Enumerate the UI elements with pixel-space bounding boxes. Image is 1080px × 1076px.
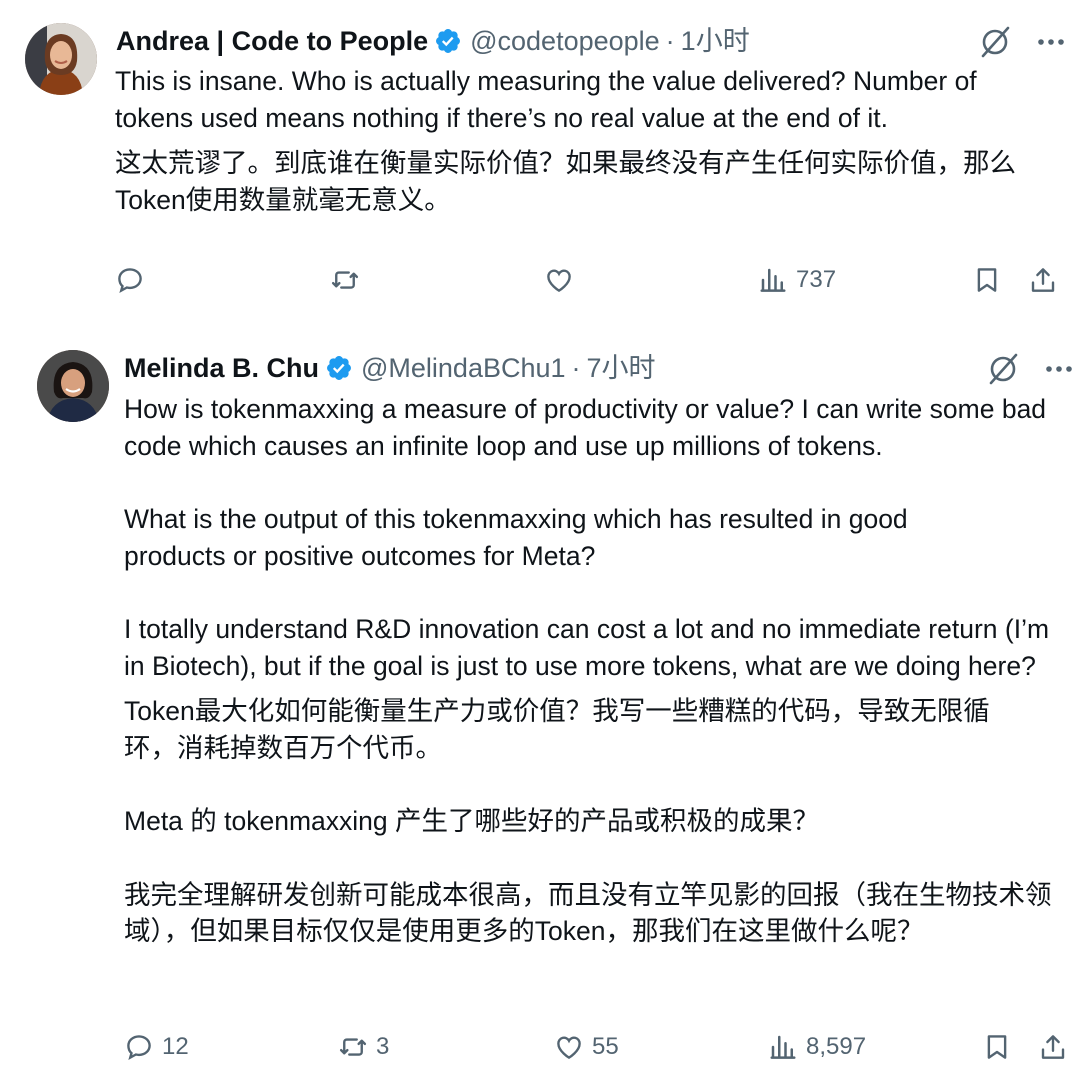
tweet-header: Andrea | Code to People @codetopeople · …	[116, 24, 750, 58]
avatar[interactable]	[25, 23, 97, 95]
retweet-button[interactable]: 3	[338, 1027, 389, 1067]
tweet-paragraph: Meta 的 tokenmaxxing 产生了哪些好的产品或积极的成果？	[124, 806, 820, 836]
tweet-paragraph: I totally understand R&D innovation can …	[124, 614, 1050, 681]
tweet-top-icons	[986, 352, 1076, 386]
like-icon	[557, 1036, 581, 1060]
tweet: Andrea | Code to People @codetopeople · …	[0, 0, 1080, 320]
reply-button[interactable]: 12	[124, 1027, 189, 1067]
share-button[interactable]	[1038, 1027, 1068, 1067]
tweet-paragraph: How is tokenmaxxing a measure of product…	[124, 394, 1047, 461]
verified-badge-icon	[327, 356, 351, 380]
reply-count: 12	[162, 1033, 189, 1060]
avatar[interactable]	[37, 350, 109, 422]
tweet-text: How is tokenmaxxing a measure of product…	[124, 391, 1069, 950]
retweet-button[interactable]	[330, 260, 368, 300]
views-button[interactable]: 737	[758, 260, 836, 300]
views-button[interactable]: 8,597	[768, 1027, 866, 1067]
like-count: 55	[592, 1033, 619, 1060]
reply-icon	[118, 268, 142, 294]
tweet-paragraph: 我完全理解研发创新可能成本很高，而且没有立竿见影的回报（我在生物技术领域），但如…	[124, 879, 1052, 947]
views-icon	[760, 268, 786, 292]
timestamp[interactable]: 1小时	[681, 24, 750, 58]
author-handle[interactable]: @codetopeople	[470, 24, 660, 58]
more-icon[interactable]	[1042, 352, 1076, 386]
like-icon	[547, 269, 571, 293]
views-count: 737	[796, 266, 837, 293]
tweet-text: This is insane. Who is actually measurin…	[115, 63, 1045, 218]
like-button[interactable]: 55	[554, 1027, 619, 1067]
reply-button[interactable]	[115, 260, 153, 300]
tweet-paragraph: This is insane. Who is actually measurin…	[115, 66, 977, 133]
reply-icon	[127, 1035, 151, 1061]
tweet-paragraph: 这太荒谬了。到底谁在衡量实际价值？如果最终没有产生任何实际价值，那么Token使…	[115, 148, 1016, 215]
grok-icon[interactable]	[978, 25, 1012, 59]
author-handle[interactable]: @MelindaBChu1	[361, 351, 566, 385]
action-bar: 737	[0, 260, 1080, 300]
more-icon[interactable]	[1034, 25, 1068, 59]
tweet-top-icons	[978, 25, 1068, 59]
bookmark-button[interactable]	[972, 260, 1002, 300]
bookmark-button[interactable]	[982, 1027, 1012, 1067]
share-icon	[1041, 1035, 1065, 1059]
share-button[interactable]	[1028, 260, 1058, 300]
retweet-count: 3	[376, 1033, 390, 1060]
views-icon	[770, 1035, 796, 1059]
timestamp[interactable]: 7小时	[587, 351, 656, 385]
bookmark-icon	[977, 268, 997, 292]
share-icon	[1031, 268, 1055, 292]
separator-dot: ·	[665, 26, 675, 56]
retweet-icon	[339, 1038, 367, 1056]
tweet: Melinda B. Chu @MelindaBChu1 · 7小时 How i…	[0, 330, 1080, 1076]
author-name[interactable]: Melinda B. Chu	[124, 351, 319, 385]
tweet-header: Melinda B. Chu @MelindaBChu1 · 7小时	[124, 351, 656, 385]
grok-icon[interactable]	[986, 352, 1020, 386]
tweet-paragraph: What is the output of this tokenmaxxing …	[124, 504, 908, 571]
bookmark-icon	[987, 1035, 1007, 1059]
verified-badge-icon	[436, 29, 461, 53]
retweet-icon	[331, 271, 359, 289]
author-name[interactable]: Andrea | Code to People	[116, 24, 428, 58]
like-button[interactable]	[544, 260, 582, 300]
tweet-paragraph: Token最大化如何能衡量生产力或价值？我写一些糟糕的代码，导致无限循环，消耗掉…	[124, 696, 990, 763]
separator-dot: ·	[571, 353, 581, 383]
action-bar: 12 3 55 8,597	[0, 1027, 1080, 1067]
views-count: 8,597	[806, 1033, 867, 1060]
